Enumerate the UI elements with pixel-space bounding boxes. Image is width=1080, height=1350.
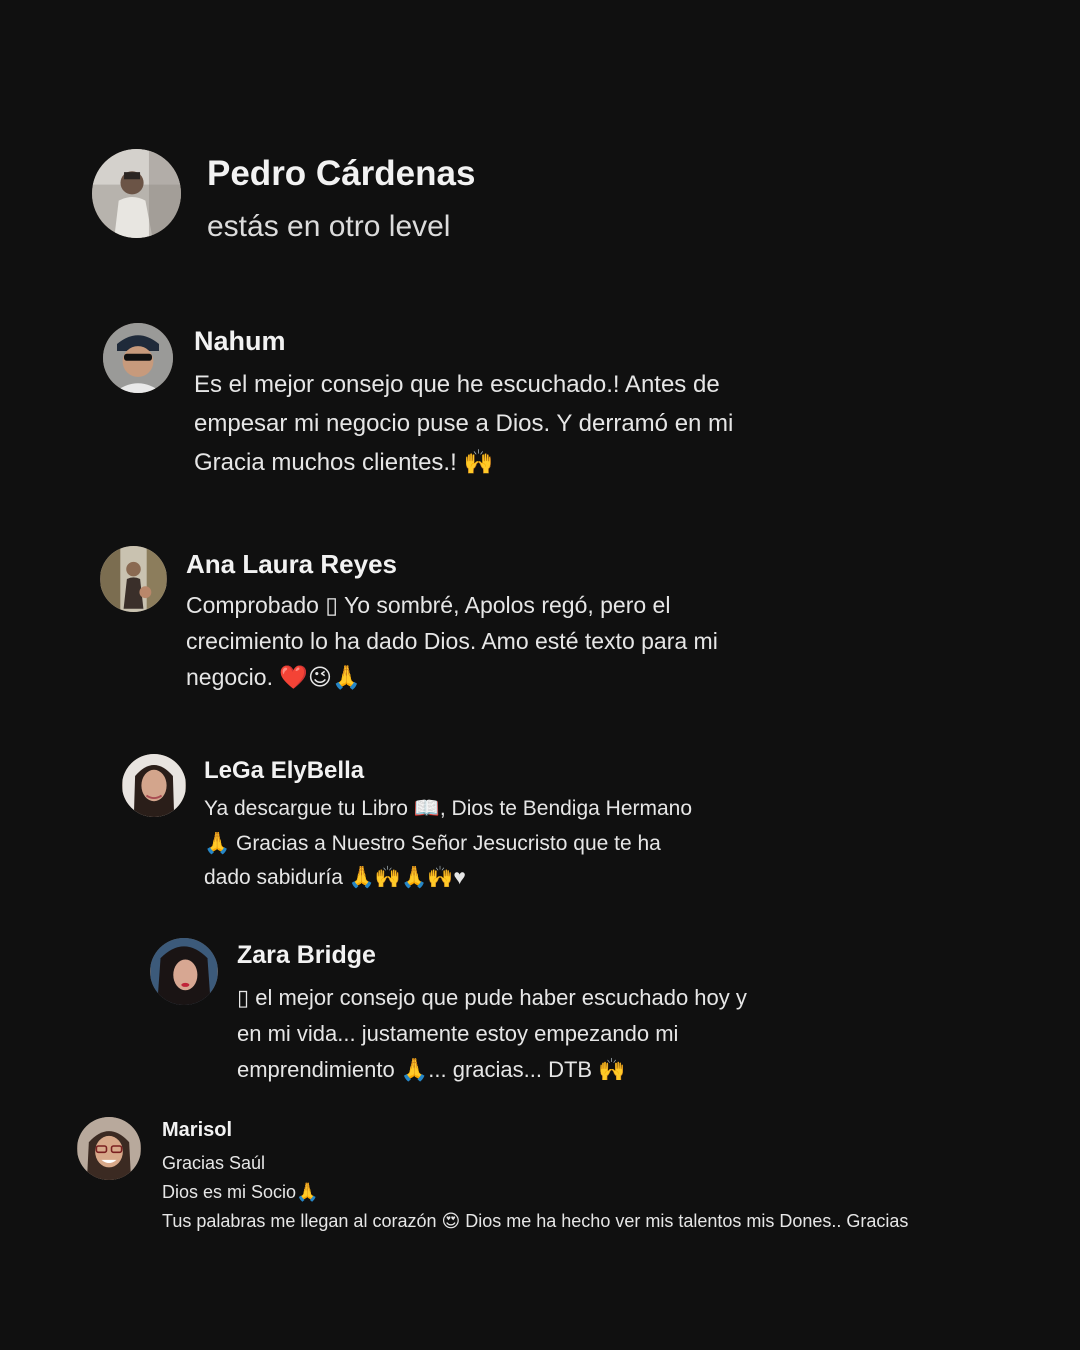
avatar-photo-icon <box>122 754 186 817</box>
comment-text-line: estás en otro level <box>207 210 451 243</box>
comment-text-line: Dios es mi Socio🙏 <box>162 1182 319 1202</box>
comment-text-line: emprendimiento 🙏... gracias... DTB 🙌 <box>237 1057 626 1082</box>
comment-text-line: negocio. ❤️😉🙏 <box>186 664 361 690</box>
comment-text-line: Tus palabras me llegan al corazón 😍 Dios… <box>162 1211 909 1231</box>
avatar-photo-icon <box>103 323 173 393</box>
comment-text-line: Gracia muchos clientes.! 🙌 <box>194 449 494 476</box>
avatar[interactable] <box>92 149 181 238</box>
avatar[interactable] <box>150 938 218 1005</box>
avatar-photo-icon <box>77 1117 141 1180</box>
comment-text-line: dado sabiduría 🙏🙌🙏🙌♥ <box>204 866 466 889</box>
avatar-photo-icon <box>150 938 218 1005</box>
comment-text-line: 🙏 Gracias a Nuestro Señor Jesucristo que… <box>204 832 661 855</box>
comment-text-line: en mi vida... justamente estoy empezando… <box>237 1021 679 1046</box>
comment-author[interactable]: Zara Bridge <box>237 941 376 970</box>
avatar[interactable] <box>103 323 173 393</box>
avatar[interactable] <box>122 754 186 817</box>
avatar-photo-icon <box>100 546 167 612</box>
avatar[interactable] <box>100 546 167 612</box>
comment-author[interactable]: Marisol <box>162 1119 232 1142</box>
comment-text-line: empesar mi negocio puse a Dios. Y derram… <box>194 410 734 437</box>
comment-author[interactable]: LeGa ElyBella <box>204 757 364 785</box>
comment-text-line: ▯ el mejor consejo que pude haber escuch… <box>237 985 747 1010</box>
comment-author[interactable]: Pedro Cárdenas <box>207 154 475 194</box>
comment-text-line: Gracias Saúl <box>162 1153 266 1173</box>
comment-text-line: Comprobado ▯ Yo sombré, Apolos regó, per… <box>186 592 671 618</box>
avatar-photo-icon <box>92 149 181 238</box>
avatar[interactable] <box>77 1117 141 1180</box>
comment-text-line: Ya descargue tu Libro 📖, Dios te Bendiga… <box>204 797 693 820</box>
comment-text-line: crecimiento lo ha dado Dios. Amo esté te… <box>186 628 718 654</box>
comment-author[interactable]: Nahum <box>194 326 286 357</box>
comment-author[interactable]: Ana Laura Reyes <box>186 549 397 580</box>
comment-text-line: Es el mejor consejo que he escuchado.! A… <box>194 371 720 398</box>
